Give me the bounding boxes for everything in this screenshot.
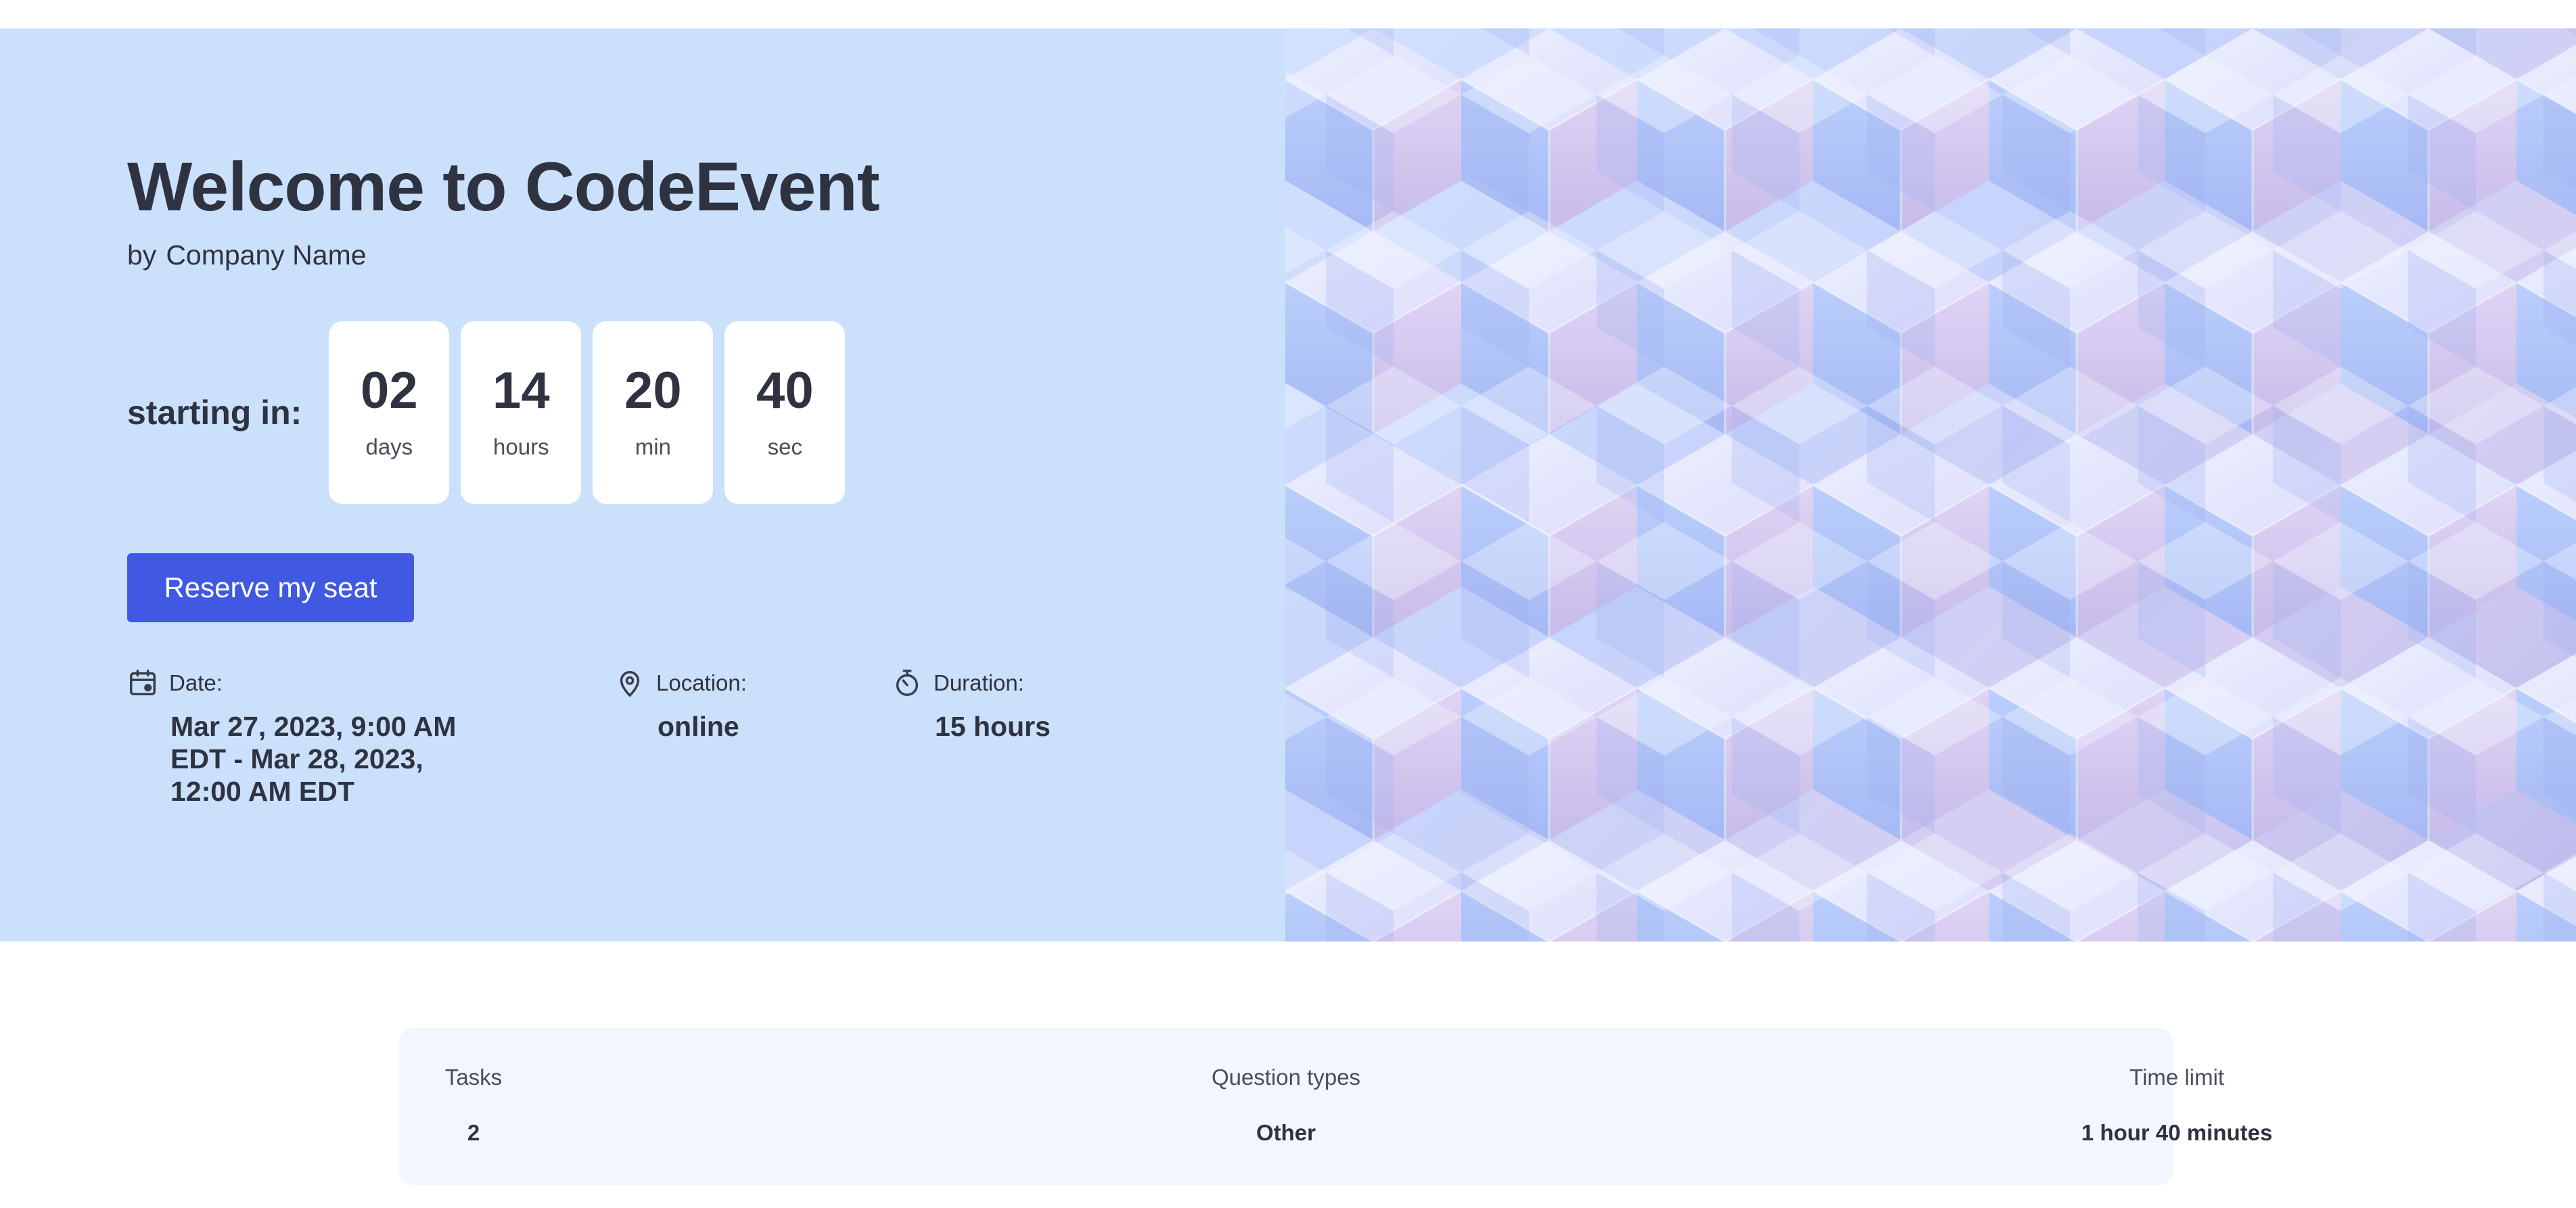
countdown-hours: 14 hours (461, 321, 582, 504)
hero-image (1285, 28, 2576, 942)
page-title: Welcome to CodeEvent (127, 148, 880, 225)
countdown-label: starting in: (127, 394, 302, 432)
countdown-days: 02 days (329, 321, 450, 504)
countdown-value: 20 (624, 362, 682, 419)
stat-value: Other (1256, 1120, 1316, 1145)
location-pin-icon (614, 668, 645, 699)
event-date-header: Date: (127, 664, 506, 702)
reserve-seat-button[interactable]: Reserve my seat (127, 553, 414, 622)
stat-value: 1 hour 40 minutes (2081, 1120, 2273, 1145)
event-date-line: 12:00 AM EDT (170, 776, 354, 807)
calendar-icon (127, 668, 158, 699)
hero-section: Welcome to CodeEvent by Company Name star… (0, 28, 2576, 942)
event-location-label: Location: (656, 670, 747, 695)
countdown-minutes: 20 min (593, 321, 714, 504)
page: Welcome to CodeEvent by Company Name star… (0, 0, 2576, 1208)
countdown-unit: days (365, 434, 413, 459)
event-location-header: Location: (614, 664, 871, 702)
event-duration-header: Duration: (892, 664, 1176, 702)
event-date-line: EDT - Mar 28, 2023, (170, 743, 423, 774)
byline: by Company Name (127, 239, 367, 271)
event-duration-value: 15 hours (935, 711, 1051, 742)
countdown-value: 40 (756, 362, 814, 419)
countdown-seconds: 40 sec (724, 321, 846, 504)
countdown-value: 02 (361, 362, 418, 419)
company-name: Company Name (166, 239, 367, 271)
countdown-unit: hours (493, 434, 549, 459)
countdown-unit: sec (767, 434, 802, 459)
event-duration: Duration: 15 hours (892, 664, 1176, 743)
event-date-value: Mar 27, 2023, 9:00 AM EDT - Mar 28, 2023… (170, 710, 506, 808)
event-date-line: Mar 27, 2023, 9:00 AM (170, 711, 457, 742)
stat-tasks: Tasks 2 (271, 1028, 676, 1185)
stopwatch-icon (892, 668, 923, 699)
event-location: Location: online (614, 664, 871, 743)
countdown-value: 14 (492, 362, 550, 419)
stat-question-types: Question types Other (1083, 1028, 1489, 1185)
event-location-value: online (658, 711, 739, 742)
event-duration-label: Duration: (934, 670, 1024, 695)
abstract-cubes-illustration (1285, 28, 2576, 942)
stat-value: 2 (467, 1120, 480, 1145)
hero-content: Welcome to CodeEvent by Company Name star… (0, 28, 1285, 942)
stat-label: Question types (1211, 1065, 1361, 1090)
countdown-unit: min (635, 434, 671, 459)
stat-time-limit: Time limit 1 hour 40 minutes (1974, 1028, 2380, 1185)
stat-label: Tasks (444, 1065, 503, 1090)
event-date-label: Date: (169, 670, 223, 695)
stat-label: Time limit (2130, 1065, 2224, 1090)
countdown: starting in: 02 days 14 hours 20 min 40 … (127, 321, 856, 505)
event-stats-card: Tasks 2 Question types Other Time limit … (399, 1028, 2272, 1185)
event-date: Date: Mar 27, 2023, 9:00 AM EDT - Mar 28… (127, 664, 506, 808)
byline-prefix: by (127, 239, 157, 271)
